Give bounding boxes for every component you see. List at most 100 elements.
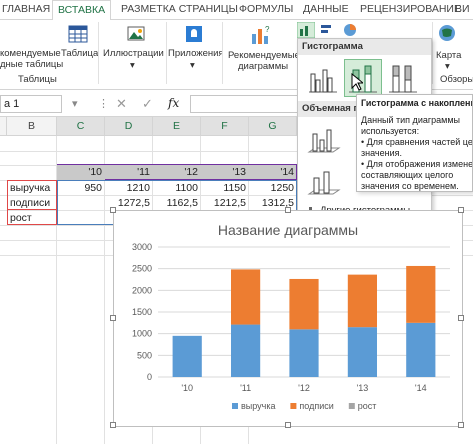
pie-chart-button-icon[interactable] — [343, 23, 359, 37]
bar-выручка[interactable] — [231, 324, 261, 377]
bar-подписи[interactable] — [406, 265, 436, 323]
tooltip-title: Гистограмма с накоплени — [361, 98, 473, 108]
illustrations-dropdown-icon[interactable]: ▾ — [130, 60, 135, 71]
resize-handle[interactable] — [285, 207, 291, 213]
chart-svg[interactable]: Название диаграммы '10 '11 '12 '13 '14 0 500 1… — [114, 211, 462, 426]
y-tick-label: 2000 — [132, 285, 152, 295]
name-box[interactable]: а 1 — [0, 95, 62, 113]
clustered-column-option[interactable] — [304, 59, 342, 97]
bar-выручка[interactable] — [347, 327, 377, 377]
recommended-charts-icon[interactable]: ? — [250, 24, 272, 46]
map-icon[interactable] — [438, 24, 456, 42]
col-header-b[interactable]: B — [7, 117, 57, 136]
tab-page-layout[interactable]: РАЗМЕТКА СТРАНИЦЫ — [121, 3, 238, 15]
ribbon-separator — [166, 22, 167, 84]
tab-formulas[interactable]: ФОРМУЛЫ — [239, 3, 293, 15]
col-header-g[interactable]: G — [249, 117, 297, 136]
gallery-header: Гистограмма — [298, 39, 431, 55]
insert-function-icon[interactable]: fx — [168, 96, 179, 110]
data-cell[interactable]: 1100 — [153, 181, 201, 196]
data-cell[interactable]: 1150 — [201, 181, 249, 196]
bar-подписи[interactable] — [231, 269, 261, 325]
year-cell[interactable]: '11 — [105, 165, 153, 180]
data-cell[interactable]: 950 — [57, 181, 105, 196]
x-tick-label: '11 — [240, 383, 251, 393]
row-label[interactable]: подписи — [10, 196, 56, 211]
resize-handle[interactable] — [110, 315, 116, 321]
year-cell[interactable]: '10 — [57, 165, 105, 180]
tab-home[interactable]: ГЛАВНАЯ — [2, 3, 50, 15]
column-chart-button-icon[interactable] — [297, 22, 315, 38]
legend-label[interactable]: выручка — [241, 401, 275, 411]
resize-handle[interactable] — [458, 315, 464, 321]
col-header-f[interactable]: F — [201, 117, 249, 136]
year-cell[interactable]: '13 — [201, 165, 249, 180]
col-header-d[interactable]: D — [105, 117, 153, 136]
row-label[interactable]: рост — [10, 211, 56, 226]
resize-handle[interactable] — [110, 207, 116, 213]
apps-icon[interactable] — [184, 24, 204, 44]
bar-выручка[interactable] — [172, 335, 202, 377]
row-label[interactable]: выручка — [10, 181, 56, 196]
recommended-pivot-label-2[interactable]: дные таблицы — [0, 59, 63, 70]
col-header-c[interactable]: C — [57, 117, 105, 136]
legend-swatch — [290, 403, 297, 409]
apps-dropdown-icon[interactable]: ▾ — [190, 60, 195, 71]
tab-view[interactable]: ВИ — [455, 3, 470, 15]
3d-clustered-column-option[interactable] — [304, 121, 342, 159]
map-label[interactable]: Карта — [436, 50, 461, 61]
stacked-column-option[interactable] — [344, 59, 382, 97]
formula-bar-grip-icon: ⋮ — [98, 98, 109, 110]
recommended-charts-label-1[interactable]: Рекомендуемые — [228, 50, 300, 61]
tooltip-line: значения. — [361, 148, 402, 158]
recommended-charts-label-2[interactable]: диаграммы — [238, 61, 288, 72]
y-tick-label: 1500 — [132, 307, 152, 317]
data-cell[interactable]: 1250 — [249, 181, 297, 196]
cancel-icon[interactable]: ✕ — [116, 96, 127, 112]
illustrations-label[interactable]: Иллюстрации — [103, 48, 164, 59]
name-box-dropdown-icon[interactable]: ▾ — [72, 97, 78, 110]
bar-chart-button-icon[interactable] — [320, 23, 336, 37]
apps-label[interactable]: Приложения — [168, 48, 224, 59]
svg-text:?: ? — [265, 25, 270, 34]
resize-handle[interactable] — [458, 207, 464, 213]
table-icon[interactable] — [68, 24, 88, 44]
bar-выручка[interactable] — [289, 329, 319, 377]
data-cell[interactable]: 1210 — [105, 181, 153, 196]
data-cell[interactable]: 1212,5 — [201, 196, 249, 211]
percent-stacked-column-option[interactable] — [384, 59, 422, 97]
y-tick-label: 2500 — [132, 264, 152, 274]
data-cell[interactable]: 1162,5 — [153, 196, 201, 211]
bar-подписи[interactable] — [289, 278, 319, 330]
ribbon-separator — [222, 22, 223, 84]
chart-title[interactable]: Название диаграммы — [218, 222, 358, 238]
tab-review[interactable]: РЕЦЕНЗИРОВАНИЕ — [360, 3, 461, 15]
col-header-e[interactable]: E — [153, 117, 201, 136]
reviews-label[interactable]: Обзоры — [440, 74, 473, 85]
year-cell[interactable]: '14 — [249, 165, 297, 180]
tooltip-line: • Для сравнения частей цел — [361, 137, 473, 147]
bar-выручка[interactable] — [406, 322, 436, 377]
tooltip-line: значения со временем. — [361, 181, 459, 191]
bar-подписи[interactable] — [347, 274, 377, 328]
enter-icon[interactable]: ✓ — [142, 96, 153, 112]
legend-swatch — [232, 403, 238, 409]
tooltip-line: составляющих целого — [361, 170, 454, 180]
resize-handle[interactable] — [110, 422, 116, 428]
resize-handle[interactable] — [458, 422, 464, 428]
tab-data[interactable]: ДАННЫЕ — [303, 3, 349, 15]
map-dropdown-icon[interactable]: ▾ — [445, 61, 450, 72]
tab-insert[interactable]: ВСТАВКА — [52, 0, 112, 21]
chart-type-tooltip: Гистограмма с накоплени Данный тип диагр… — [356, 94, 473, 192]
legend-label[interactable]: рост — [358, 401, 377, 411]
group-tables-label: Таблицы — [18, 74, 57, 85]
legend-label[interactable]: подписи — [299, 401, 333, 411]
illustrations-icon[interactable] — [126, 24, 146, 44]
x-tick-label: '10 — [181, 383, 193, 393]
recommended-pivot-label-1[interactable]: комендуемые — [0, 48, 61, 59]
resize-handle[interactable] — [285, 422, 291, 428]
table-label[interactable]: Таблица — [61, 48, 98, 59]
3d-column-option[interactable] — [304, 163, 342, 201]
chart-area[interactable]: Название диаграммы '10 '11 '12 '13 '14 0 500 1… — [110, 207, 464, 428]
year-cell[interactable]: '12 — [153, 165, 201, 180]
